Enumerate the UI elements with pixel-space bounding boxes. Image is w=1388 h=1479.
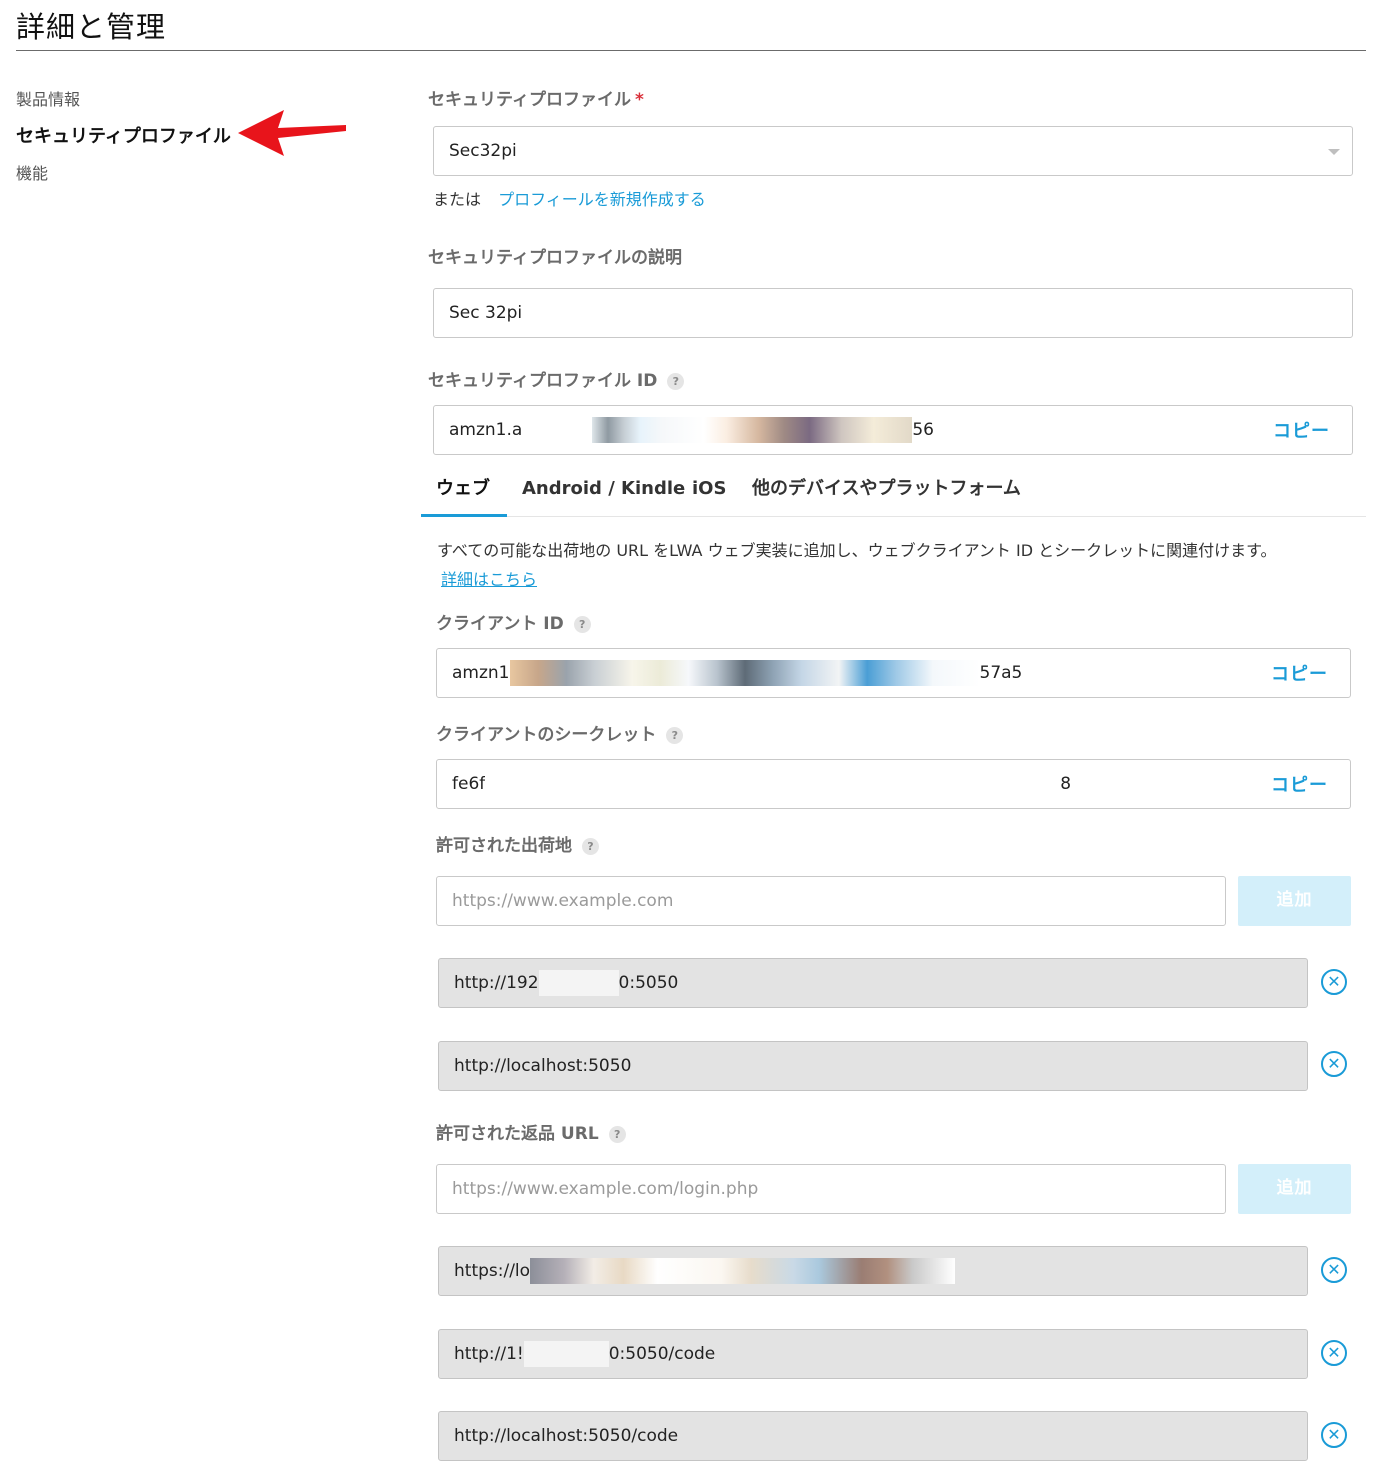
description-label: セキュリティプロファイルの説明	[428, 248, 682, 268]
return-url-input[interactable]	[452, 1179, 1225, 1199]
client-id-value-start: amzn1	[452, 663, 510, 683]
help-icon[interactable]: ?	[608, 1125, 626, 1143]
create-profile-link[interactable]: プロフィールを新規作成する	[498, 190, 706, 209]
tab-other-devices[interactable]: 他のデバイスやプラットフォーム	[737, 470, 1036, 517]
allowed-return-urls-label: 許可された返品 URL?	[436, 1119, 626, 1144]
security-profile-select[interactable]: Sec32pi	[433, 126, 1353, 176]
return-url-entry-start: http://1!	[454, 1344, 524, 1364]
platform-tabs: ウェブ Android / Kindle iOS 他のデバイスやプラットフォーム	[421, 470, 1366, 517]
client-secret-field: fe6f 8 コピー	[436, 759, 1351, 809]
allowed-origin-input[interactable]	[452, 891, 1225, 911]
page-title: 詳細と管理	[16, 10, 167, 44]
required-mark: *	[634, 90, 644, 110]
client-id-label-text: クライアント ID	[436, 614, 564, 634]
add-origin-button[interactable]: 追加	[1238, 876, 1351, 926]
profile-id-value-start: amzn1.a	[449, 420, 523, 440]
remove-origin-icon[interactable]: ✕	[1321, 1051, 1347, 1077]
allowed-return-urls-label-text: 許可された返品 URL	[436, 1124, 599, 1144]
redacted-pixelation	[538, 970, 619, 996]
tab-ios[interactable]: iOS	[677, 470, 741, 517]
origin-entry: http://192 0:5050	[438, 958, 1308, 1008]
return-url-entry-start: http://localhost:5050/code	[454, 1426, 679, 1446]
client-secret-label: クライアントのシークレット?	[436, 720, 684, 745]
profile-id-label: セキュリティプロファイル ID?	[428, 366, 685, 391]
web-description: すべての可能な出荷地の URL をLWA ウェブ実装に追加し、ウェブクライアント…	[437, 541, 1277, 560]
help-icon[interactable]: ?	[582, 837, 599, 855]
sidebar-item-features[interactable]: 機能	[16, 162, 231, 199]
remove-return-url-icon[interactable]: ✕	[1321, 1257, 1347, 1283]
return-url-input-box[interactable]	[436, 1164, 1226, 1214]
help-icon[interactable]: ?	[666, 726, 684, 744]
client-id-label: クライアント ID?	[436, 609, 591, 634]
allowed-origins-label-text: 許可された出荷地	[436, 836, 572, 856]
help-icon[interactable]: ?	[573, 615, 591, 633]
sidebar-item-product-info[interactable]: 製品情報	[16, 88, 231, 125]
profile-id-label-text: セキュリティプロファイル ID	[428, 371, 658, 391]
return-url-entry-start: https://lo	[454, 1261, 531, 1281]
remove-return-url-icon[interactable]: ✕	[1321, 1422, 1347, 1448]
redacted-pixelation	[592, 417, 913, 443]
redacted-pixelation	[509, 660, 980, 686]
client-id-value-end: 57a5	[979, 663, 1023, 683]
return-url-entry: https://lo	[438, 1246, 1308, 1296]
copy-client-secret-button[interactable]: コピー	[1271, 771, 1328, 797]
title-divider	[16, 50, 1366, 51]
security-profile-selected-value: Sec32pi	[449, 141, 517, 161]
tab-android-kindle[interactable]: Android / Kindle	[507, 470, 700, 517]
origin-entry-end: 0:5050	[618, 973, 679, 993]
return-url-entry: http://localhost:5050/code	[438, 1411, 1308, 1461]
or-text: または	[433, 190, 482, 209]
red-arrow-annotation-icon	[238, 110, 346, 156]
security-profile-label-text: セキュリティプロファイル	[428, 90, 631, 110]
origin-entry: http://localhost:5050	[438, 1041, 1308, 1091]
learn-more-link[interactable]: 詳細はこちら	[441, 566, 537, 590]
help-icon[interactable]: ?	[667, 372, 685, 390]
redacted-pixelation	[485, 771, 1061, 797]
redacted-pixelation	[523, 1341, 609, 1367]
chevron-down-icon	[1328, 149, 1340, 155]
client-secret-value-end: 8	[1060, 774, 1072, 794]
copy-client-id-button[interactable]: コピー	[1271, 660, 1328, 686]
return-url-entry: http://1! 0:5050/code	[438, 1329, 1308, 1379]
copy-profile-id-button[interactable]: コピー	[1273, 417, 1330, 443]
add-return-url-button[interactable]: 追加	[1238, 1164, 1351, 1214]
remove-origin-icon[interactable]: ✕	[1321, 969, 1347, 995]
or-create-row: または プロフィールを新規作成する	[433, 186, 706, 210]
sidebar-item-security-profile[interactable]: セキュリティプロファイル	[16, 125, 231, 162]
allowed-origin-input-box[interactable]	[436, 876, 1226, 926]
origin-entry-start: http://localhost:5050	[454, 1056, 632, 1076]
client-secret-label-text: クライアントのシークレット	[436, 725, 657, 745]
redacted-pixelation	[530, 1258, 956, 1284]
remove-return-url-icon[interactable]: ✕	[1321, 1340, 1347, 1366]
client-id-field: amzn1 57a5 コピー	[436, 648, 1351, 698]
return-url-entry-end: 0:5050/code	[608, 1344, 716, 1364]
profile-id-value-end: 56	[912, 420, 934, 440]
profile-id-field: amzn1.a 56 コピー	[433, 405, 1353, 455]
description-value: Sec 32pi	[449, 303, 523, 323]
sidebar: 製品情報 セキュリティプロファイル 機能	[16, 88, 231, 199]
description-field[interactable]: Sec 32pi	[433, 288, 1353, 338]
tab-web[interactable]: ウェブ	[421, 470, 507, 517]
security-profile-label: セキュリティプロファイル *	[428, 85, 644, 110]
origin-entry-start: http://192	[454, 973, 539, 993]
allowed-origins-label: 許可された出荷地?	[436, 831, 599, 856]
redacted-pixelation	[522, 417, 592, 443]
client-secret-value-start: fe6f	[452, 774, 486, 794]
